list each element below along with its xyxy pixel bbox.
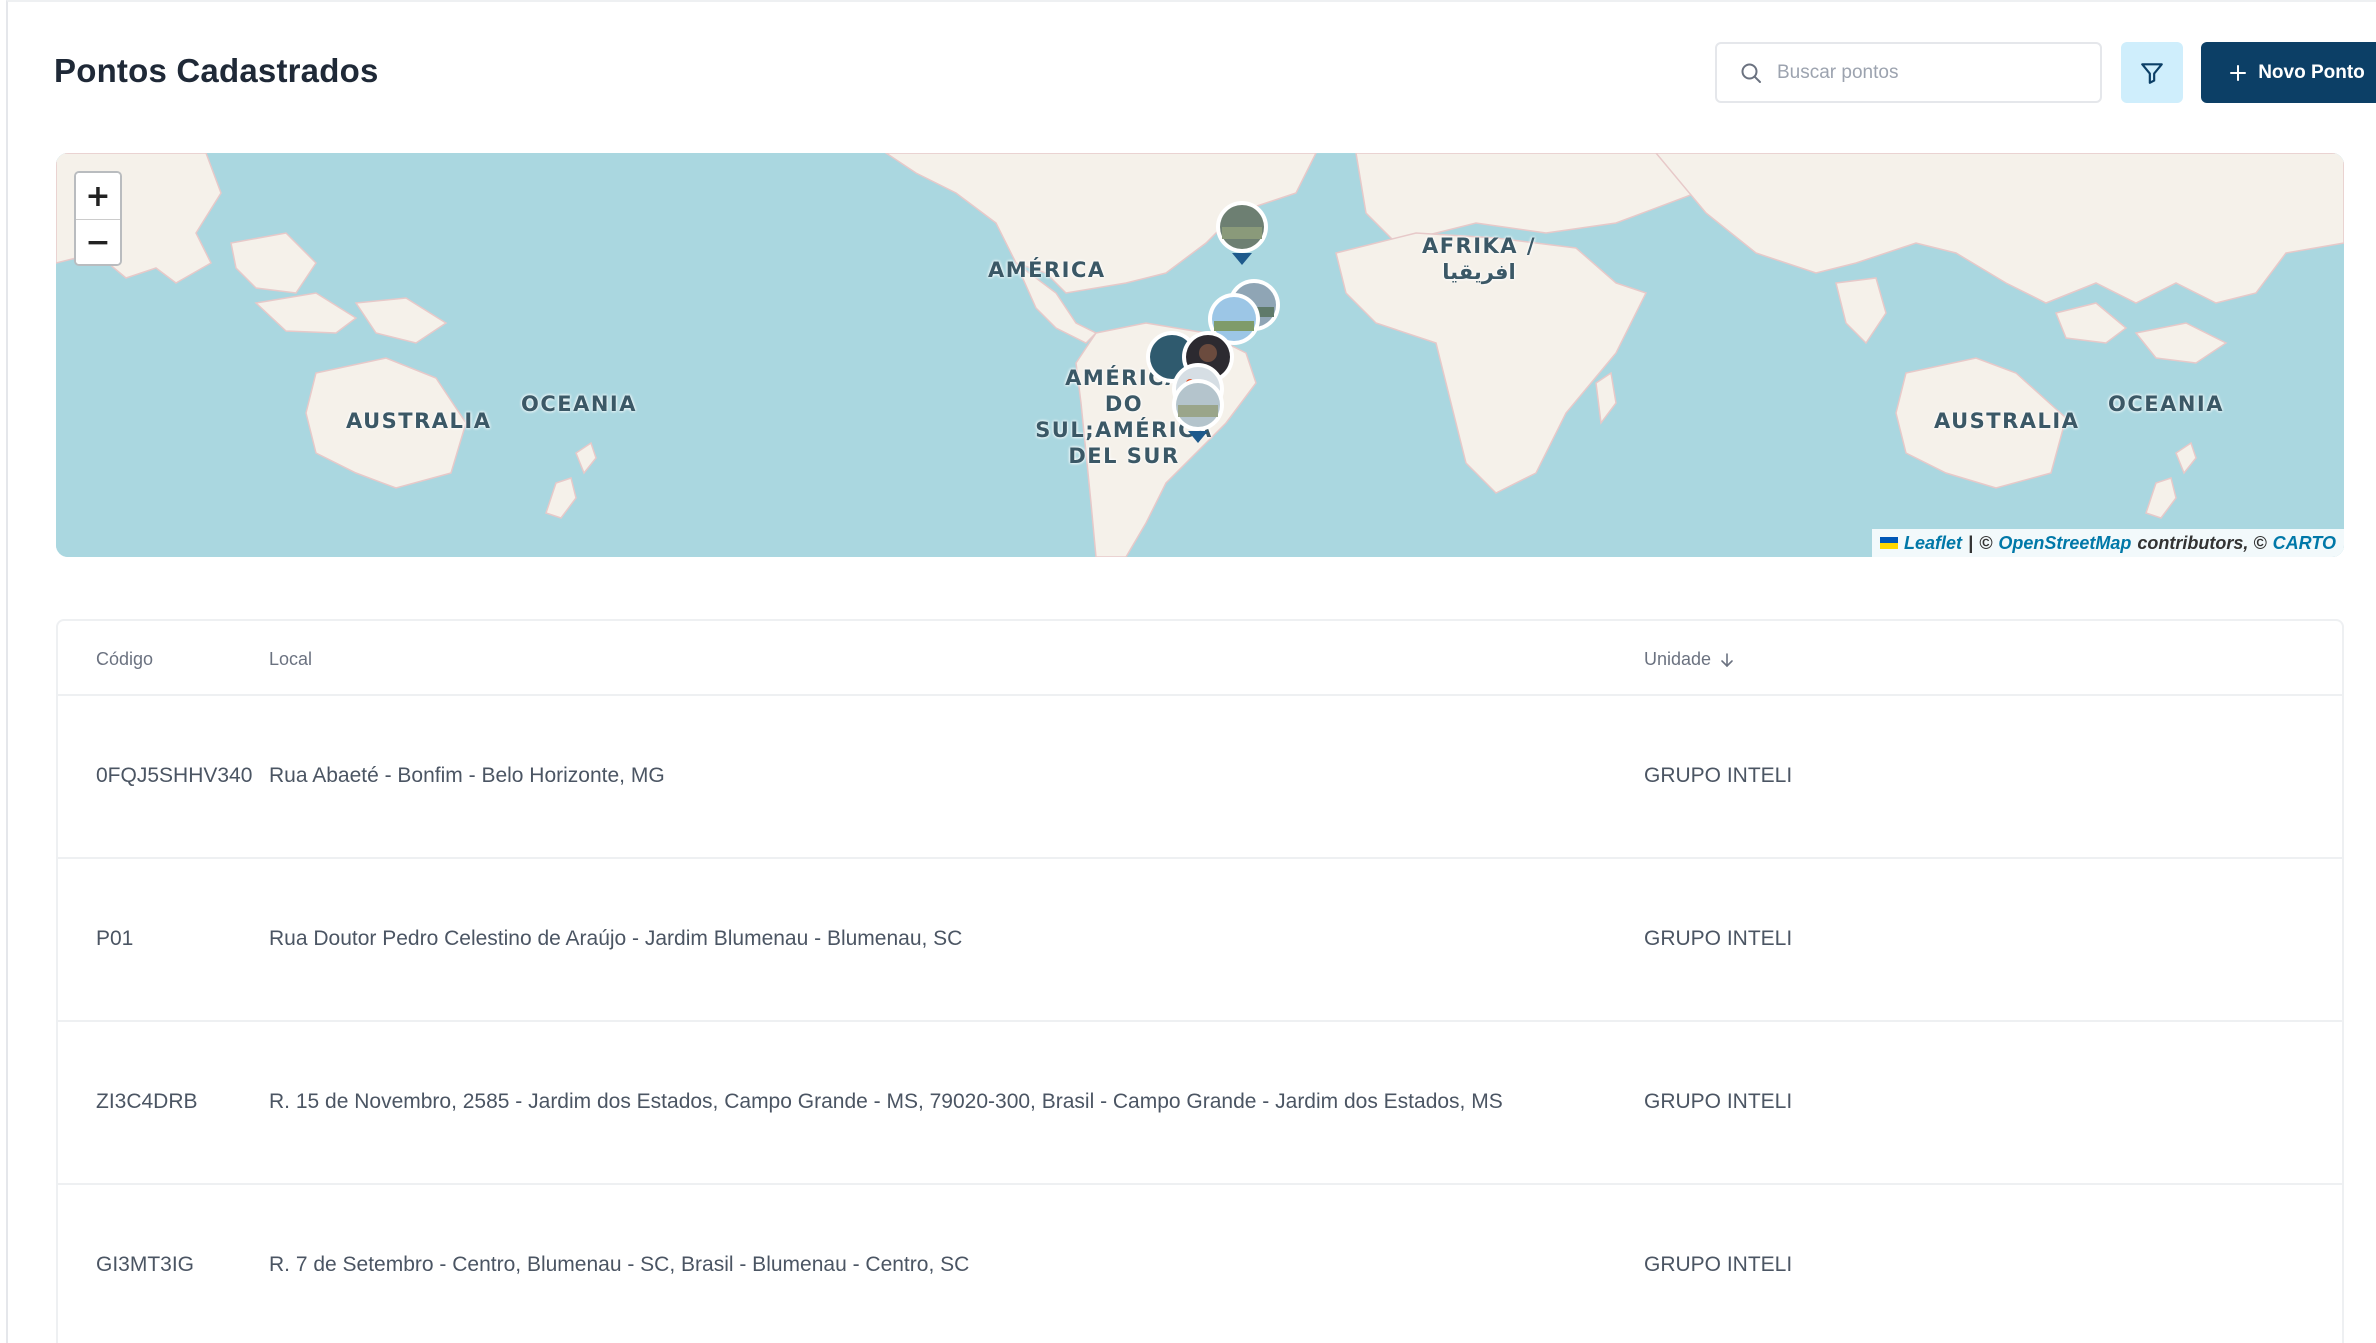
map-marker[interactable] xyxy=(1214,201,1270,267)
points-table: Código Local Unidade 0FQJ5SHHV340 Rua Ab… xyxy=(56,619,2344,1343)
cell-unit: GRUPO INTELI xyxy=(1644,764,1793,787)
attribution-copyright: © xyxy=(1979,532,1993,553)
cell-local: R. 7 de Setembro - Centro, Blumenau - SC… xyxy=(269,1253,970,1276)
column-header-local[interactable]: Local xyxy=(269,649,312,670)
map-label-afrika: AFRIKA / افريقيا xyxy=(1421,234,1537,284)
table-row[interactable]: GI3MT3IG R. 7 de Setembro - Centro, Blum… xyxy=(58,1185,2342,1343)
search-box[interactable] xyxy=(1715,42,2102,103)
cell-code: 0FQJ5SHHV340 xyxy=(96,764,253,787)
cell-code: ZI3C4DRB xyxy=(96,1090,198,1113)
table-row[interactable]: P01 Rua Doutor Pedro Celestino de Araújo… xyxy=(58,859,2342,1022)
search-icon xyxy=(1741,63,1761,83)
map-label-oceania-right: OCEANIA xyxy=(2108,392,2225,416)
table-header: Código Local Unidade xyxy=(58,621,2342,696)
zoom-in-button[interactable]: + xyxy=(76,173,120,219)
attribution-contributors: contributors, © xyxy=(2137,532,2267,553)
map-attribution: Leaflet | © OpenStreetMap contributors, … xyxy=(1872,529,2344,557)
cell-local: Rua Doutor Pedro Celestino de Araújo - J… xyxy=(269,927,963,950)
arrow-down-icon xyxy=(1721,652,1733,667)
search-input[interactable] xyxy=(1777,61,2077,84)
zoom-out-button[interactable]: − xyxy=(76,219,120,264)
cell-code: P01 xyxy=(96,927,134,950)
map-label-australia-left: AUSTRALIA xyxy=(346,409,492,433)
cell-code: GI3MT3IG xyxy=(96,1253,195,1276)
page-header: Pontos Cadastrados Novo Ponto xyxy=(54,42,2376,103)
cell-local: Rua Abaeté - Bonfim - Belo Horizonte, MG xyxy=(269,764,665,787)
filter-icon xyxy=(2141,62,2163,84)
table-row[interactable]: 0FQJ5SHHV340 Rua Abaeté - Bonfim - Belo … xyxy=(58,696,2342,859)
page-frame: Pontos Cadastrados Novo Ponto xyxy=(6,0,2376,1343)
openstreetmap-link[interactable]: OpenStreetMap xyxy=(1998,533,2131,554)
column-header-code[interactable]: Código xyxy=(96,649,153,670)
table-row[interactable]: ZI3C4DRB R. 15 de Novembro, 2585 - Jardi… xyxy=(58,1022,2342,1185)
carto-link[interactable]: CARTO xyxy=(2273,533,2336,554)
ukraine-flag-icon xyxy=(1880,537,1899,549)
plus-icon xyxy=(2230,64,2247,81)
cell-unit: GRUPO INTELI xyxy=(1644,1090,1793,1113)
cell-unit: GRUPO INTELI xyxy=(1644,927,1793,950)
column-header-unit[interactable]: Unidade xyxy=(1644,649,1735,670)
attribution-separator: | xyxy=(1968,532,1974,553)
leaflet-link[interactable]: Leaflet xyxy=(1904,533,1962,554)
page-title: Pontos Cadastrados xyxy=(54,52,379,89)
zoom-control: + − xyxy=(74,171,122,266)
new-point-label: Novo Ponto xyxy=(2258,61,2365,83)
new-point-button[interactable]: Novo Ponto xyxy=(2201,42,2376,103)
map[interactable]: + − AUSTRALIA OCEANIA AMÉRICA AMÉRICA DO… xyxy=(56,153,2344,557)
cell-local: R. 15 de Novembro, 2585 - Jardim dos Est… xyxy=(269,1090,1503,1113)
column-header-unit-label: Unidade xyxy=(1644,649,1712,669)
map-marker[interactable] xyxy=(1170,379,1226,445)
cell-unit: GRUPO INTELI xyxy=(1644,1253,1793,1276)
map-label-oceania-left: OCEANIA xyxy=(521,392,638,416)
map-label-america: AMÉRICA xyxy=(988,258,1106,282)
map-label-australia-right: AUSTRALIA xyxy=(1934,409,2080,433)
filter-button[interactable] xyxy=(2121,42,2183,103)
